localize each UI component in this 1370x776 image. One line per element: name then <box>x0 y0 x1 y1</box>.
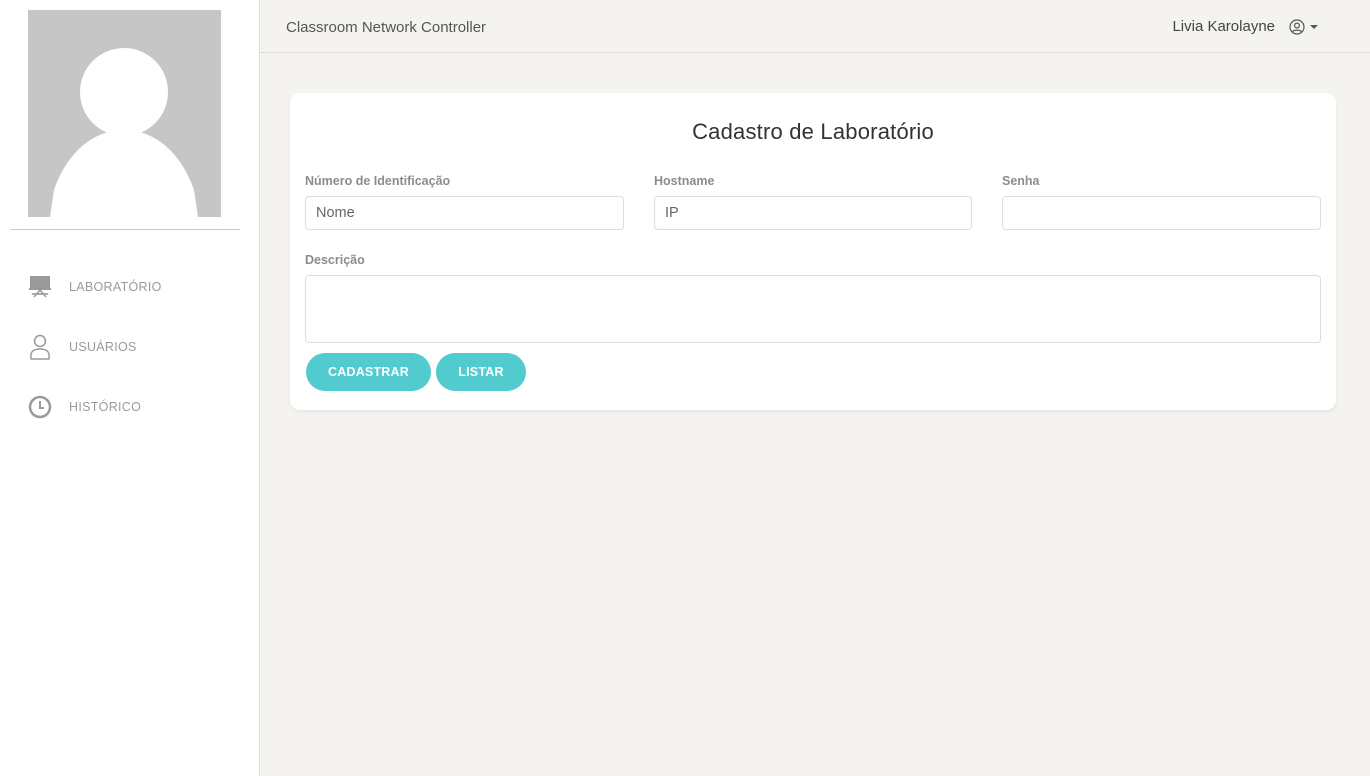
listar-button[interactable]: LISTAR <box>436 353 526 391</box>
id-label: Número de Identificação <box>305 174 451 188</box>
description-textarea[interactable] <box>305 275 1321 343</box>
user-menu[interactable]: Livia Karolayne <box>1172 18 1318 35</box>
id-input[interactable] <box>305 196 624 230</box>
sidebar: LABORATÓRIO USUÁRIOS HISTÓRICO <box>0 0 260 776</box>
sidebar-divider <box>11 229 240 230</box>
hostname-label: Hostname <box>654 174 715 188</box>
avatar <box>28 10 221 217</box>
top-navbar: Classroom Network Controller Livia Karol… <box>260 0 1370 53</box>
password-label: Senha <box>1002 174 1040 188</box>
sidebar-item-label: USUÁRIOS <box>69 340 137 354</box>
sidebar-item-usuarios[interactable]: USUÁRIOS <box>28 317 238 377</box>
user-name[interactable]: Livia Karolayne <box>1172 18 1275 35</box>
monitor-icon <box>28 275 52 299</box>
clock-icon <box>28 395 52 419</box>
user-circle-icon[interactable] <box>1289 18 1305 35</box>
cadastrar-button[interactable]: CADASTRAR <box>306 353 431 391</box>
lab-registration-card: Cadastro de Laboratório Número de Identi… <box>290 93 1336 410</box>
app-title[interactable]: Classroom Network Controller <box>286 19 486 36</box>
form-title: Cadastro de Laboratório <box>692 119 934 144</box>
hostname-input[interactable] <box>654 196 972 230</box>
sidebar-item-label: HISTÓRICO <box>69 400 142 414</box>
default-avatar-image <box>50 48 198 217</box>
chevron-down-icon[interactable] <box>1310 25 1318 29</box>
user-icon <box>28 334 52 360</box>
sidebar-item-label: LABORATÓRIO <box>69 280 162 294</box>
description-label: Descrição <box>305 253 365 267</box>
password-input[interactable] <box>1002 196 1321 230</box>
sidebar-item-laboratorio[interactable]: LABORATÓRIO <box>28 257 238 317</box>
sidebar-item-historico[interactable]: HISTÓRICO <box>28 377 238 437</box>
